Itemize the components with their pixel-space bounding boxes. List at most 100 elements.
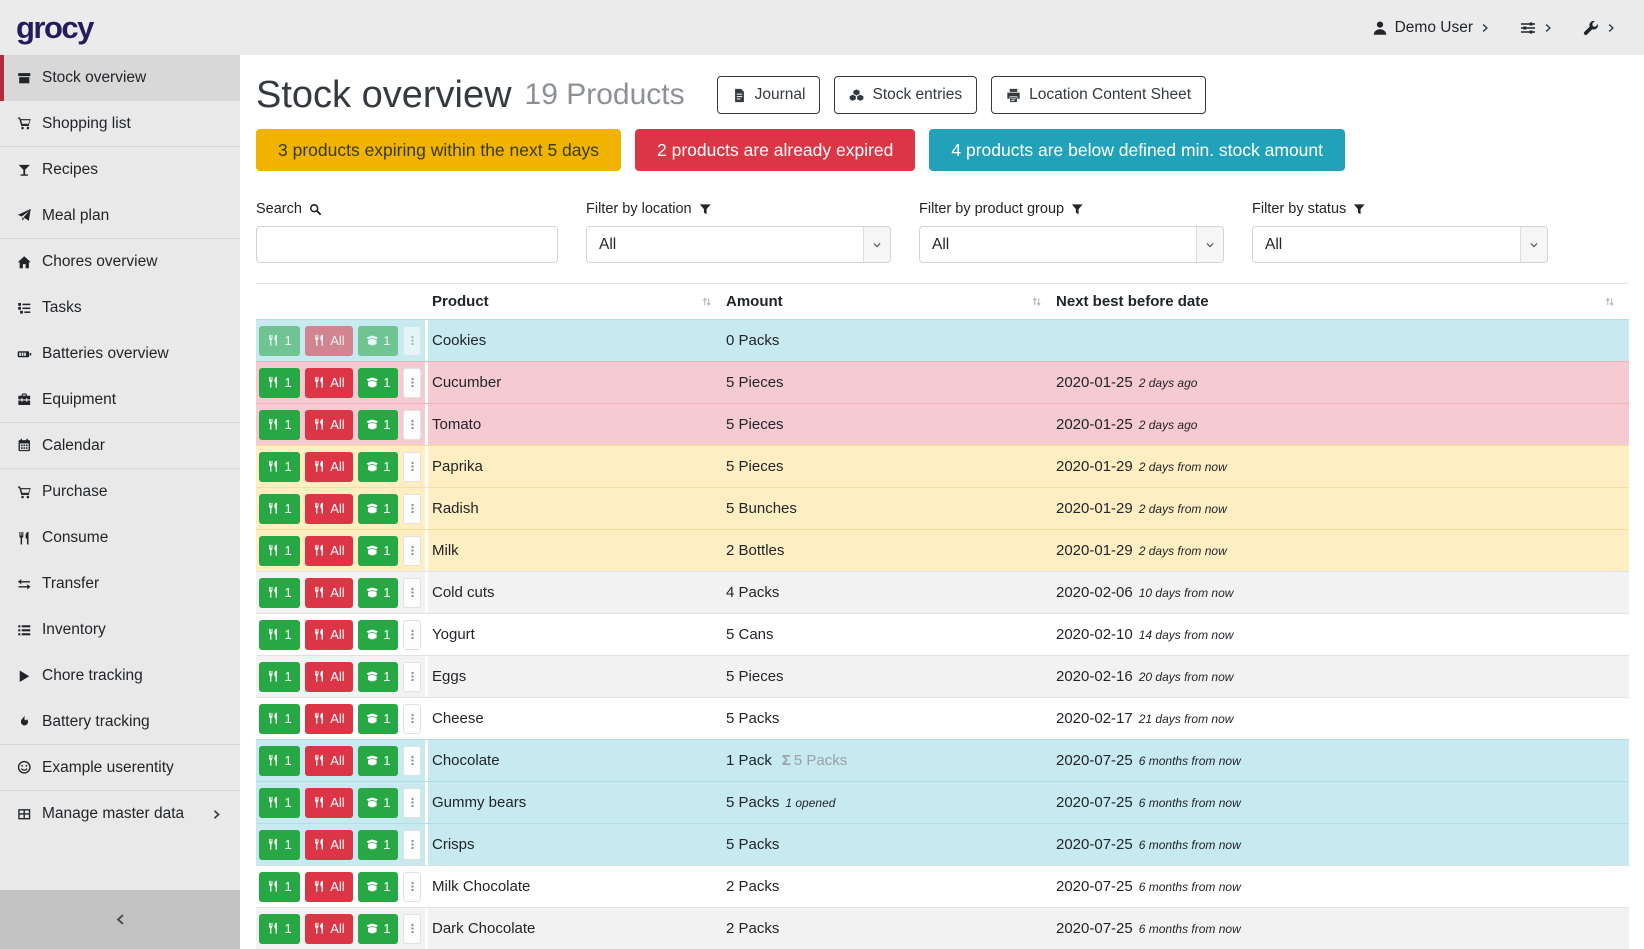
sidebar-item-manage-master-data[interactable]: Manage master data xyxy=(0,791,240,837)
consume-one-button[interactable]: 1 xyxy=(259,788,300,818)
open-one-button[interactable]: 1 xyxy=(358,914,399,944)
location-select[interactable]: All xyxy=(586,226,891,263)
status-select-value: All xyxy=(1265,236,1282,254)
open-one-button[interactable]: 1 xyxy=(358,704,399,734)
open-one-button[interactable]: 1 xyxy=(358,788,399,818)
row-actions: 1All1 xyxy=(256,572,428,613)
sidebar-item-calendar[interactable]: Calendar xyxy=(0,423,240,469)
consume-one-button[interactable]: 1 xyxy=(259,914,300,944)
consume-all-button[interactable]: All xyxy=(305,536,353,566)
sort-icon[interactable] xyxy=(701,296,713,308)
sidebar-item-chore-tracking[interactable]: Chore tracking xyxy=(0,653,240,699)
consume-one-button[interactable]: 1 xyxy=(259,368,300,398)
row-menu-button[interactable] xyxy=(403,830,421,860)
user-menu[interactable]: Demo User xyxy=(1372,19,1490,37)
utensils-icon xyxy=(313,670,326,683)
consume-one-button[interactable]: 1 xyxy=(259,494,300,524)
consume-all-button[interactable]: All xyxy=(305,872,353,902)
location-content-sheet-button[interactable]: Location Content Sheet xyxy=(991,76,1206,114)
consume-one-button[interactable]: 1 xyxy=(259,746,300,776)
sidebar-collapse-button[interactable] xyxy=(0,890,240,949)
open-one-button[interactable]: 1 xyxy=(358,410,399,440)
open-one-button[interactable]: 1 xyxy=(358,872,399,902)
open-one-button[interactable]: 1 xyxy=(358,494,399,524)
row-menu-button[interactable] xyxy=(403,410,421,440)
sidebar-item-transfer[interactable]: Transfer xyxy=(0,561,240,607)
sidebar-item-shopping-list[interactable]: Shopping list xyxy=(0,101,240,147)
row-menu-button[interactable] xyxy=(403,494,421,524)
consume-one-button[interactable]: 1 xyxy=(259,662,300,692)
open-one-button[interactable]: 1 xyxy=(358,578,399,608)
sidebar-item-consume[interactable]: Consume xyxy=(0,515,240,561)
sidebar-item-example-userentity[interactable]: Example userentity xyxy=(0,745,240,791)
consume-one-button[interactable]: 1 xyxy=(259,704,300,734)
row-menu-button[interactable] xyxy=(403,620,421,650)
journal-button[interactable]: Journal xyxy=(717,76,821,114)
sidebar-item-meal-plan[interactable]: Meal plan xyxy=(0,193,240,239)
consume-one-button[interactable]: 1 xyxy=(259,536,300,566)
open-one-button[interactable]: 1 xyxy=(358,368,399,398)
consume-one-button[interactable]: 1 xyxy=(259,452,300,482)
open-one-button[interactable]: 1 xyxy=(358,746,399,776)
open-one-button[interactable]: 1 xyxy=(358,620,399,650)
sidebar-item-tasks[interactable]: Tasks xyxy=(0,285,240,331)
open-one-button[interactable]: 1 xyxy=(358,830,399,860)
consume-all-button[interactable]: All xyxy=(305,368,353,398)
consume-all-button[interactable]: All xyxy=(305,620,353,650)
sort-icon[interactable] xyxy=(1604,296,1616,308)
consume-all-button[interactable]: All xyxy=(305,788,353,818)
consume-one-button[interactable]: 1 xyxy=(259,578,300,608)
ellipsis-icon xyxy=(407,797,418,808)
open-one-button[interactable]: 1 xyxy=(358,536,399,566)
sidebar-item-battery-tracking[interactable]: Battery tracking xyxy=(0,699,240,745)
consume-one-button[interactable]: 1 xyxy=(259,872,300,902)
row-menu-button[interactable] xyxy=(403,872,421,902)
consume-one-button[interactable]: 1 xyxy=(259,620,300,650)
expiring-alert[interactable]: 3 products expiring within the next 5 da… xyxy=(256,129,621,171)
sidebar-item-batteries-overview[interactable]: Batteries overview xyxy=(0,331,240,377)
sidebar-item-equipment[interactable]: Equipment xyxy=(0,377,240,423)
open-one-button[interactable]: 1 xyxy=(358,326,399,356)
product-group-select[interactable]: All xyxy=(919,226,1224,263)
search-input[interactable] xyxy=(256,226,558,263)
stock-entries-button[interactable]: Stock entries xyxy=(834,76,977,114)
row-menu-button[interactable] xyxy=(403,326,421,356)
search-icon xyxy=(309,203,322,216)
row-menu-button[interactable] xyxy=(403,914,421,944)
row-menu-button[interactable] xyxy=(403,452,421,482)
open-one-button[interactable]: 1 xyxy=(358,662,399,692)
row-menu-button[interactable] xyxy=(403,704,421,734)
row-menu-button[interactable] xyxy=(403,662,421,692)
consume-one-button[interactable]: 1 xyxy=(259,830,300,860)
admin-menu[interactable] xyxy=(1583,20,1616,36)
consume-all-button[interactable]: All xyxy=(305,410,353,440)
consume-all-button[interactable]: All xyxy=(305,494,353,524)
open-one-button[interactable]: 1 xyxy=(358,452,399,482)
row-menu-button[interactable] xyxy=(403,788,421,818)
expired-alert[interactable]: 2 products are already expired xyxy=(635,129,915,171)
consume-one-button[interactable]: 1 xyxy=(259,326,300,356)
consume-one-button[interactable]: 1 xyxy=(259,410,300,440)
sort-icon[interactable] xyxy=(1031,296,1043,308)
row-menu-button[interactable] xyxy=(403,536,421,566)
settings-menu[interactable] xyxy=(1520,20,1553,36)
sidebar-item-recipes[interactable]: Recipes xyxy=(0,147,240,193)
consume-all-button[interactable]: All xyxy=(305,704,353,734)
consume-all-button[interactable]: All xyxy=(305,830,353,860)
row-menu-button[interactable] xyxy=(403,746,421,776)
consume-all-button[interactable]: All xyxy=(305,326,353,356)
sidebar-item-inventory[interactable]: Inventory xyxy=(0,607,240,653)
ellipsis-icon xyxy=(407,461,418,472)
below-min-stock-alert[interactable]: 4 products are below defined min. stock … xyxy=(929,129,1345,171)
consume-all-button[interactable]: All xyxy=(305,452,353,482)
row-menu-button[interactable] xyxy=(403,368,421,398)
sidebar-item-chores-overview[interactable]: Chores overview xyxy=(0,239,240,285)
status-select[interactable]: All xyxy=(1252,226,1548,263)
consume-all-button[interactable]: All xyxy=(305,914,353,944)
consume-all-button[interactable]: All xyxy=(305,662,353,692)
row-menu-button[interactable] xyxy=(403,578,421,608)
sidebar-item-stock-overview[interactable]: Stock overview xyxy=(0,55,240,101)
consume-all-button[interactable]: All xyxy=(305,746,353,776)
consume-all-button[interactable]: All xyxy=(305,578,353,608)
sidebar-item-purchase[interactable]: Purchase xyxy=(0,469,240,515)
